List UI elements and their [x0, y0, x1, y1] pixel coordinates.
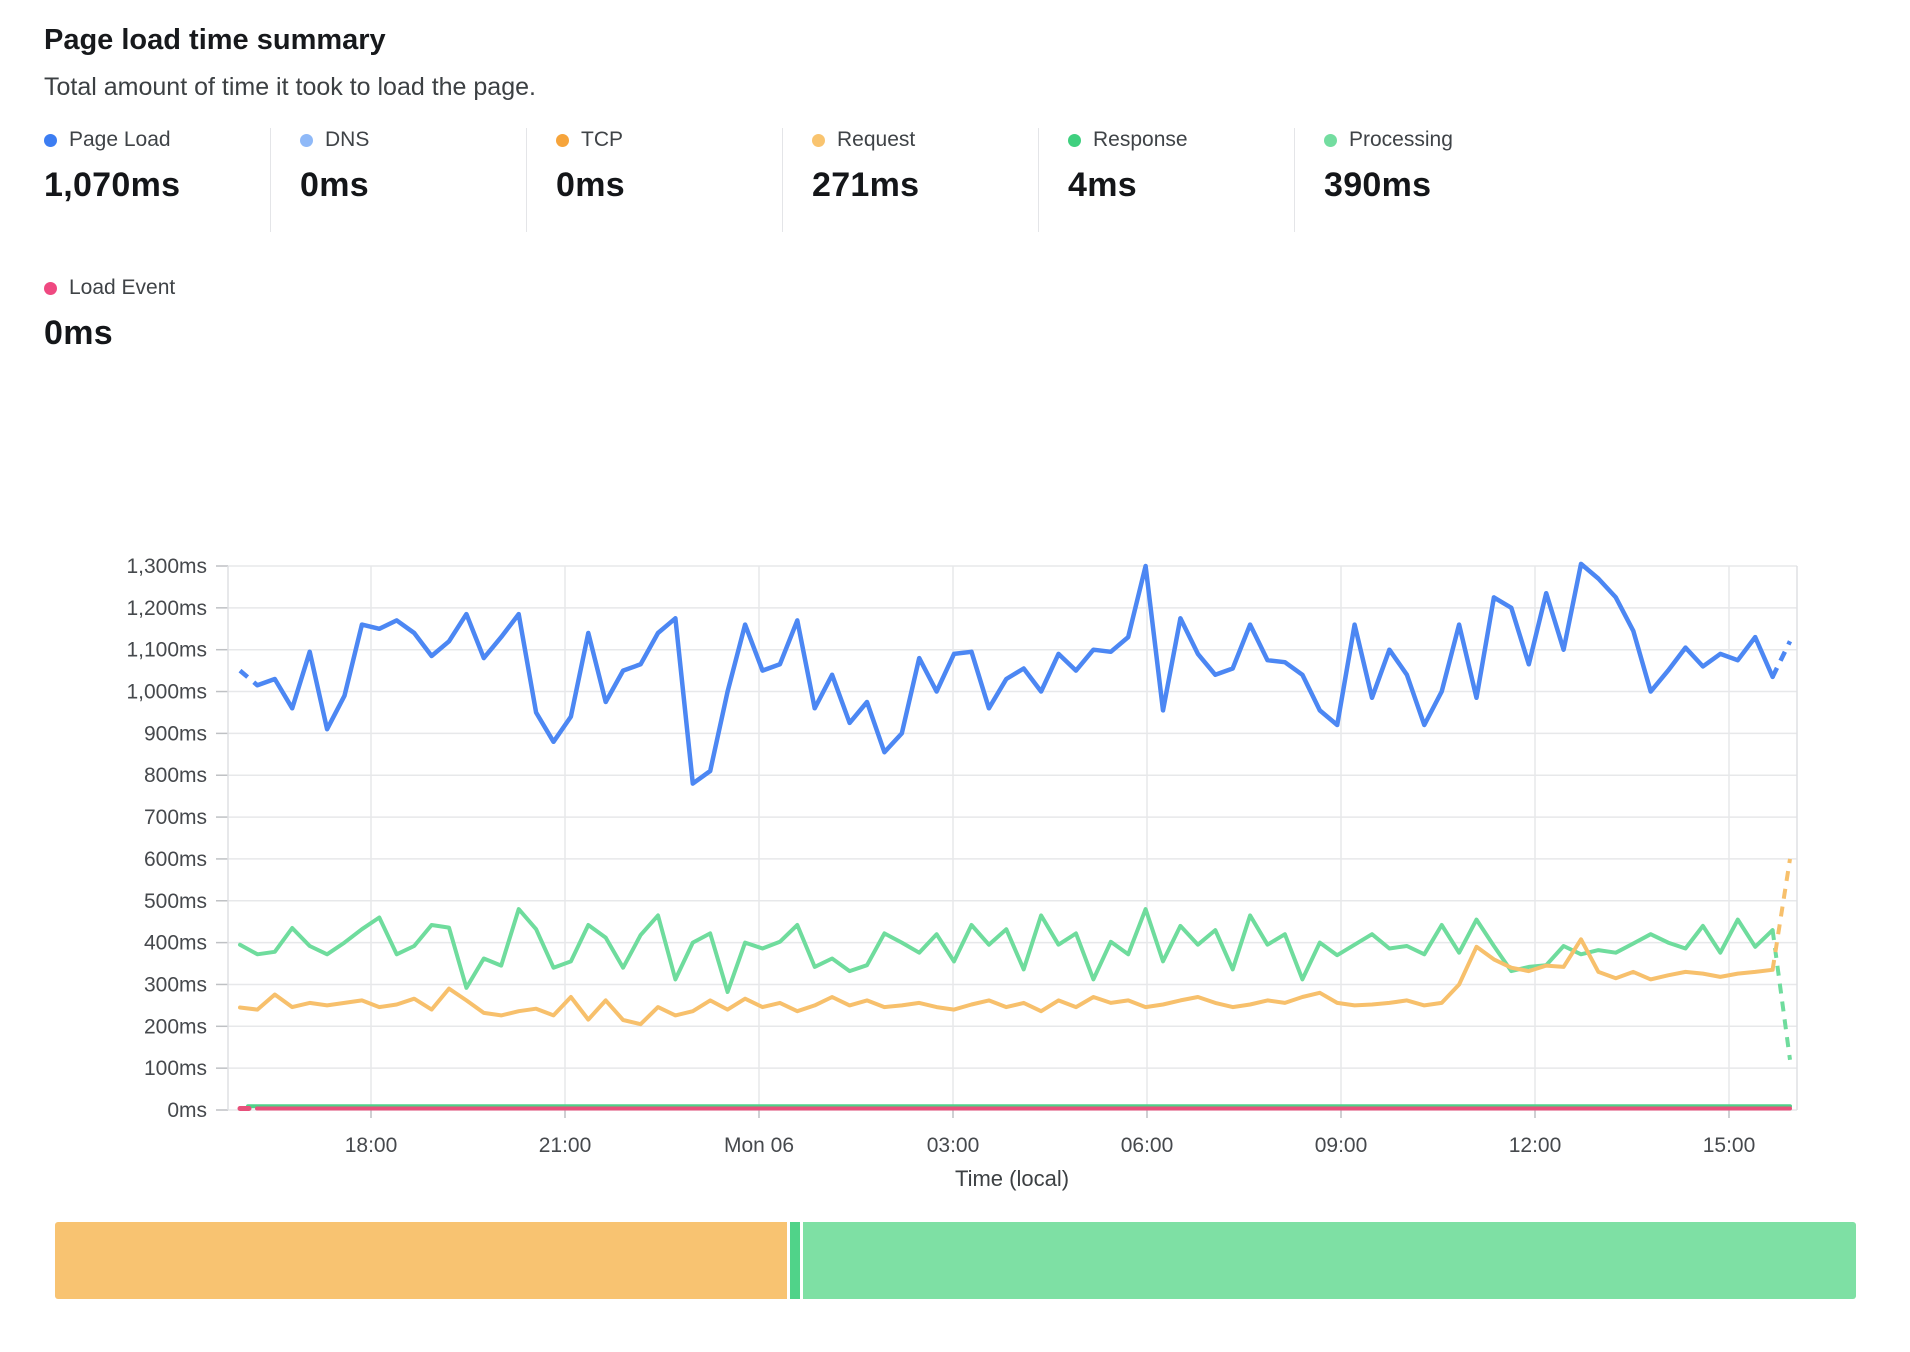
x-axis-title: Time (local) [955, 1166, 1069, 1191]
y-axis-tick-label: 500ms [144, 890, 207, 913]
y-axis-tick-label: 1,200ms [126, 597, 207, 620]
y-axis-tick-label: 300ms [144, 973, 207, 996]
y-axis-tick-label: 100ms [144, 1057, 207, 1080]
y-axis-tick-label: 400ms [144, 932, 207, 955]
series-line-page-load-dash-head [240, 671, 257, 686]
x-axis-tick-label: 06:00 [1121, 1134, 1174, 1157]
y-axis-tick-label: 1,100ms [126, 639, 207, 662]
y-axis-tick-label: 700ms [144, 806, 207, 829]
y-axis-tick-label: 200ms [144, 1015, 207, 1038]
series-line-processing [240, 909, 1773, 992]
y-axis-tick-label: 900ms [144, 722, 207, 745]
processing-portion [803, 1222, 1856, 1299]
x-axis-tick-label: 12:00 [1509, 1134, 1562, 1157]
y-axis-tick-label: 800ms [144, 764, 207, 787]
x-axis-tick-label: 21:00 [539, 1134, 592, 1157]
divider-portion [790, 1222, 800, 1299]
x-axis-tick-label: 09:00 [1315, 1134, 1368, 1157]
x-axis-tick-label: 03:00 [927, 1134, 980, 1157]
x-axis-tick-label: Mon 06 [724, 1134, 794, 1157]
y-axis-tick-label: 600ms [144, 848, 207, 871]
series-line-page-load [257, 564, 1772, 784]
series-line-page-load-dash-tail [1773, 641, 1790, 677]
x-axis-tick-label: 18:00 [345, 1134, 398, 1157]
y-axis-tick-label: 1,000ms [126, 681, 207, 704]
page-load-timeseries-chart: 0ms 100ms 200ms 300ms 400ms 500ms 600ms 700ms 80… [0, 0, 1910, 1352]
x-axis-tick-label: 15:00 [1703, 1134, 1756, 1157]
y-axis-tick-label: 0ms [167, 1099, 207, 1122]
y-axis-tick-label: 1,300ms [126, 555, 207, 578]
load-composition-bar [55, 1222, 1856, 1299]
request-portion [55, 1222, 787, 1299]
